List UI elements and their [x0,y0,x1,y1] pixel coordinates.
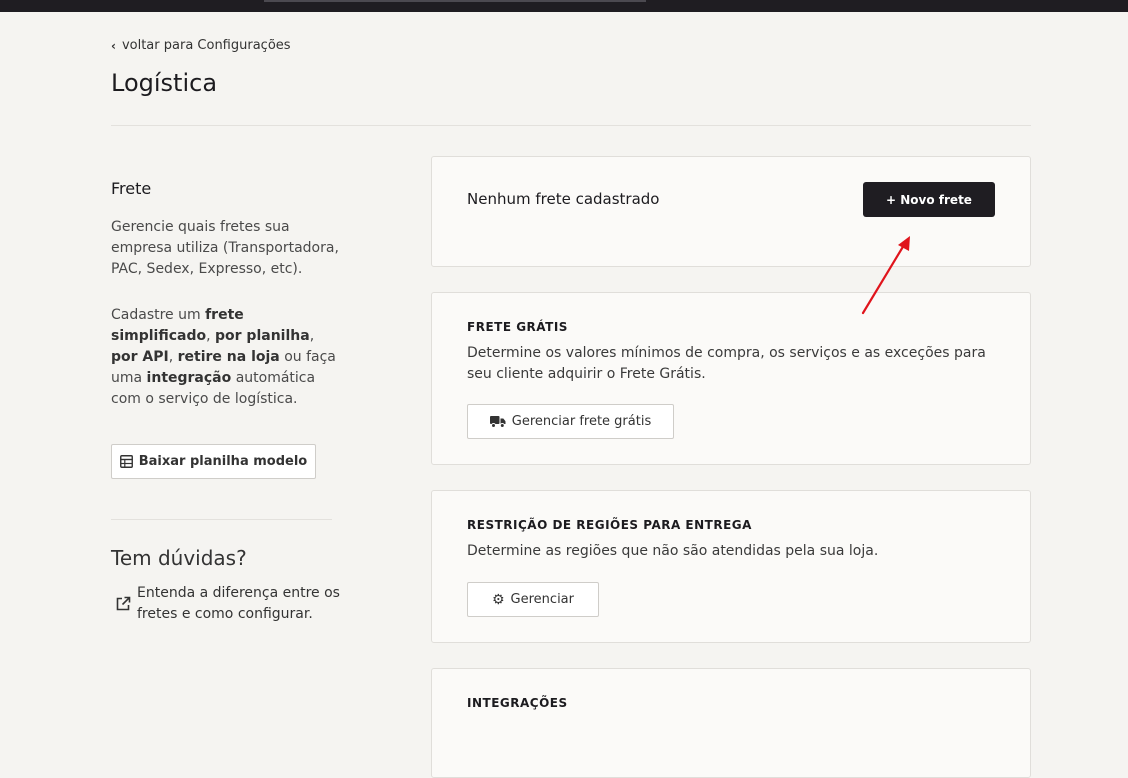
sidebar-title: Frete [111,179,152,198]
cut-off-content [600,747,680,755]
free-shipping-description: Determine os valores mínimos de compra, … [467,345,986,382]
region-restriction-description: Determine as regiões que não são atendid… [467,543,879,559]
manage-regions-button[interactable]: ⚙ Gerenciar [467,582,599,617]
header-divider [111,125,1031,126]
new-freight-button[interactable]: + Novo frete [863,182,995,217]
chevron-left-icon: ‹ [111,38,116,53]
help-link-label: Entenda a diferença entre os fretes e co… [137,585,340,622]
external-link-icon [116,596,131,611]
logistics-page: ‹ voltar para Configurações Logística Fr… [0,12,1128,778]
free-shipping-title: FRETE GRÁTIS [467,320,568,334]
integrations-card: INTEGRAÇÕES [431,668,1031,778]
manage-free-shipping-button[interactable]: Gerenciar frete grátis [467,404,674,439]
back-link-label: voltar para Configurações [121,38,291,53]
back-to-settings-link[interactable]: ‹ voltar para Configurações [111,38,291,53]
browser-top-bar [0,0,1128,12]
truck-icon [489,416,506,428]
integrations-title: INTEGRAÇÕES [467,696,568,710]
freight-card: Nenhum frete cadastrado + Novo frete [431,156,1031,267]
help-title: Tem dúvidas? [111,546,247,570]
free-shipping-card: FRETE GRÁTIS Determine os valores mínimo… [431,292,1031,465]
sidebar-divider [111,519,332,520]
empty-freight-text: Nenhum frete cadastrado [467,190,660,208]
download-template-button[interactable]: Baixar planilha modelo [111,444,316,479]
address-bar[interactable] [264,0,646,2]
manage-regions-label: Gerenciar [510,592,574,607]
help-link[interactable]: Entenda a diferença entre os fretes e co… [115,583,340,625]
page-title: Logística [111,69,218,97]
gear-icon: ⚙ [491,591,505,608]
sidebar-description: Gerencie quais fretes sua empresa utiliz… [111,219,339,277]
region-restriction-card: RESTRIÇÃO DE REGIÕES PARA ENTREGA Determ… [431,490,1031,643]
sidebar-description-options: Cadastre um frete simplificado, por plan… [111,307,336,407]
download-template-label: Baixar planilha modelo [138,454,308,469]
table-icon [119,455,133,468]
region-restriction-title: RESTRIÇÃO DE REGIÕES PARA ENTREGA [467,518,752,532]
manage-free-shipping-label: Gerenciar frete grátis [511,414,652,429]
